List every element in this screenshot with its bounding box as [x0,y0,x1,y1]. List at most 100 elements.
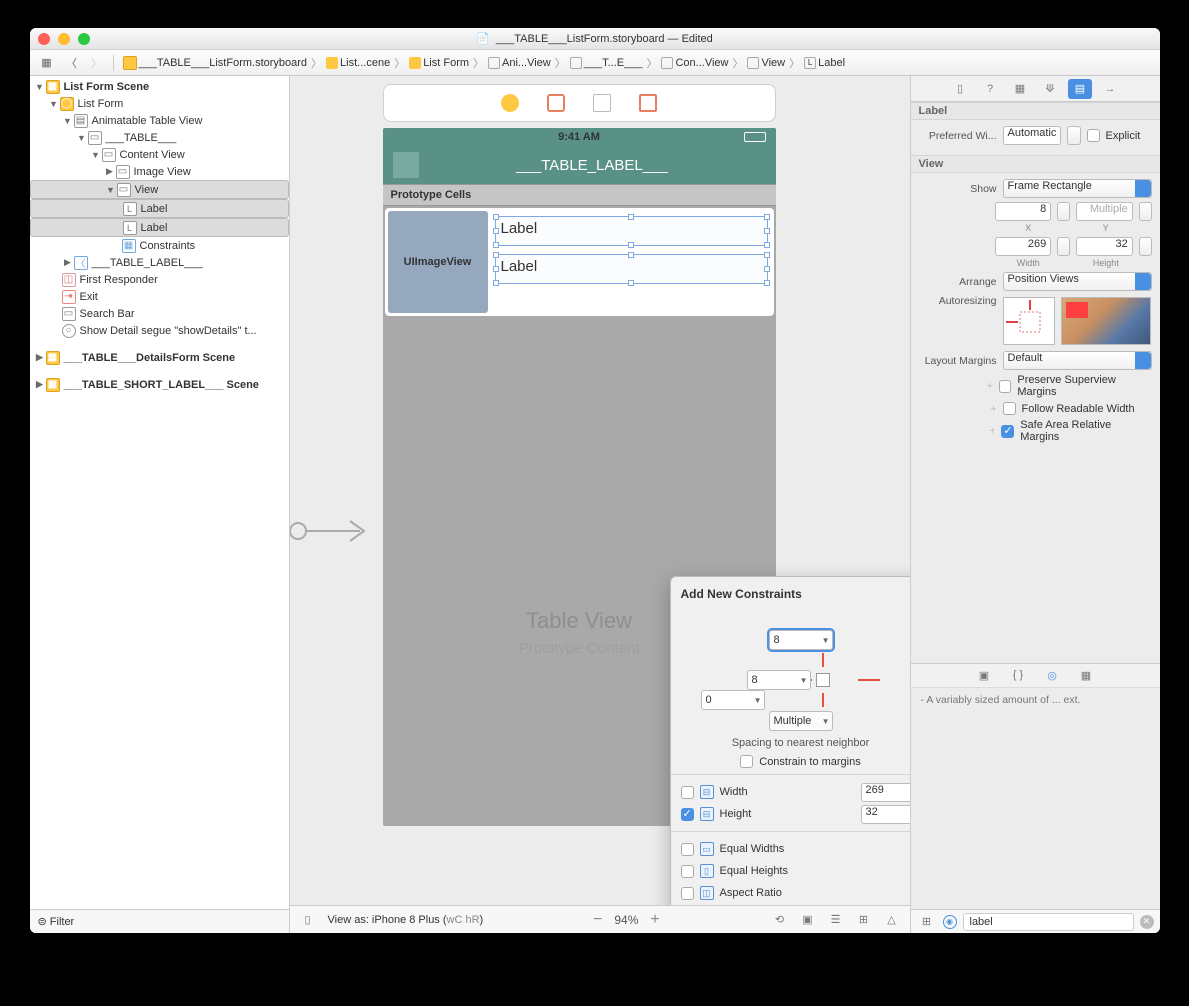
width-input[interactable]: 269▼ [861,783,910,802]
zoom-out-button[interactable]: − [593,911,602,929]
tree-row[interactable]: ○Show Detail segue "showDetails" t... [30,322,289,339]
lib-filter-scope-icon[interactable]: ◉ [943,915,957,929]
height-input[interactable]: 32▼ [861,805,910,824]
maximize-button[interactable] [78,33,90,45]
width-checkbox[interactable] [681,786,694,799]
search-icon [593,94,611,112]
window-title: ___TABLE___ListForm.storyboard — Edited [496,33,713,45]
lib-grid-icon[interactable]: ⊞ [917,912,937,932]
lib-snippets-tab[interactable]: { } [1008,665,1028,685]
file-icon: 📄 [476,32,490,45]
tree-row[interactable]: ▶〈___TABLE_LABEL___ [30,254,289,271]
size-inspector-tab[interactable]: ▤ [1068,79,1092,99]
prototype-cell[interactable]: UIImageView Label [385,208,774,316]
align-icon[interactable]: ☰ [826,910,846,930]
vc-icon [501,94,519,112]
pref-width-stepper[interactable] [1067,126,1081,145]
tree-row[interactable]: ◫First Responder [30,271,289,288]
nav-bar: ___TABLE_LABEL___ [383,146,776,184]
view-as-label[interactable]: View as: iPhone 8 Plus (wC hR) [328,914,484,926]
lib-media-tab[interactable]: ▦ [1076,665,1096,685]
layout-margins-select[interactable]: Default [1003,351,1152,370]
close-button[interactable] [38,33,50,45]
top-spacing-input[interactable]: 8▼ [769,630,833,650]
equal-heights-checkbox[interactable] [681,865,694,878]
y-stepper[interactable] [1139,202,1152,221]
equal-widths-checkbox[interactable] [681,843,694,856]
help-inspector-tab[interactable]: ? [978,79,1002,99]
show-select[interactable]: Frame Rectangle [1003,179,1152,198]
resolve-icon[interactable]: △ [882,910,902,930]
titlebar: 📄 ___TABLE___ListForm.storyboard — Edited [30,28,1160,50]
constrain-margins-checkbox[interactable] [740,755,753,768]
scene-row[interactable]: ▶▦___TABLE_SHORT_LABEL___ Scene [30,376,289,393]
preferred-width-input[interactable]: Automatic [1003,126,1061,145]
right-spacing-input[interactable]: 0▼ [701,690,765,710]
tree-row[interactable]: ▼▭___TABLE___ [30,129,289,146]
scene-toolbar[interactable] [383,84,776,122]
popover-title: Add New Constraints [681,587,910,601]
related-items-icon[interactable]: ▦ [36,52,58,74]
breadcrumb[interactable]: ___TABLE___ListForm.storyboard〉 List...c… [119,55,850,71]
explicit-checkbox[interactable] [1087,129,1100,142]
navigator-filter[interactable]: ⊜ Filter [30,909,289,933]
forward-button[interactable]: 〉 [86,52,108,74]
bottom-strut-icon[interactable] [822,693,824,707]
entry-arrow-icon [290,511,370,551]
back-button[interactable]: 〈 [61,52,83,74]
identity-inspector-tab[interactable]: ▦ [1008,79,1032,99]
library-description: - A variably sized amount of ... ext. [911,687,1160,910]
canvas: 9:41 AM ___TABLE_LABEL___ Prototype Cell… [290,76,910,933]
bottom-spacing-input[interactable]: Multiple▼ [769,711,833,731]
w-stepper[interactable] [1057,237,1070,256]
height-icon: ⊟ [700,807,714,821]
top-strut-icon[interactable] [822,653,824,667]
tree-row[interactable]: ⇥Exit [30,288,289,305]
height-input[interactable]: 32 [1076,237,1133,256]
exit-icon [639,94,657,112]
lib-objects-tab[interactable]: ▣ [974,665,994,685]
aspect-ratio-checkbox[interactable] [681,887,694,900]
preserve-checkbox[interactable] [999,380,1011,393]
x-stepper[interactable] [1057,202,1070,221]
minimize-button[interactable] [58,33,70,45]
tree-row[interactable]: ▦Constraints [30,237,289,254]
autoresizing-control[interactable] [1003,297,1055,345]
clear-filter-icon[interactable]: ✕ [1140,915,1154,929]
tree-row[interactable]: ▶▭Image View [30,163,289,180]
safe-area-checkbox[interactable] [1001,425,1014,438]
tree-row-selected[interactable]: ▼▭View [30,180,289,199]
x-input[interactable]: 8 [995,202,1052,221]
left-spacing-input[interactable]: 8▼ [747,670,811,690]
lib-ui-tab[interactable]: ◎ [1042,665,1062,685]
tree-row-selected[interactable]: LLabel [30,218,289,237]
tree-row-selected[interactable]: LLabel [30,199,289,218]
outline-toggle-icon[interactable]: ▯ [298,910,318,930]
prototype-header: Prototype Cells [383,184,776,206]
y-input[interactable]: Multiple [1076,202,1133,221]
menu-icon [393,152,419,178]
view-section-header: View [911,155,1160,173]
h-stepper[interactable] [1139,237,1152,256]
tree-row[interactable]: ▼▤Animatable Table View [30,112,289,129]
tree-row[interactable]: ▼◯List Form [30,95,289,112]
height-checkbox[interactable] [681,808,694,821]
right-strut-icon[interactable] [858,679,880,681]
arrange-select[interactable]: Position Views [1003,272,1152,291]
pin-icon[interactable]: ⊞ [854,910,874,930]
library-filter-input[interactable] [963,913,1134,931]
connections-inspector-tab[interactable]: → [1098,79,1122,99]
follow-checkbox[interactable] [1003,402,1016,415]
toolbar: ▦ 〈 〉 ___TABLE___ListForm.storyboard〉 Li… [30,50,1160,76]
scene-row[interactable]: ▼▦List Form Scene [30,78,289,95]
tree-row[interactable]: ▭Search Bar [30,305,289,322]
update-frames-icon[interactable]: ⟲ [770,910,790,930]
file-inspector-tab[interactable]: ▯ [948,79,972,99]
width-icon: ⊟ [700,785,714,799]
attributes-inspector-tab[interactable]: ⟱ [1038,79,1062,99]
width-input[interactable]: 269 [995,237,1052,256]
zoom-in-button[interactable]: + [650,911,659,929]
scene-row[interactable]: ▶▦___TABLE___DetailsForm Scene [30,349,289,366]
embed-icon[interactable]: ▣ [798,910,818,930]
tree-row[interactable]: ▼▭Content View [30,146,289,163]
